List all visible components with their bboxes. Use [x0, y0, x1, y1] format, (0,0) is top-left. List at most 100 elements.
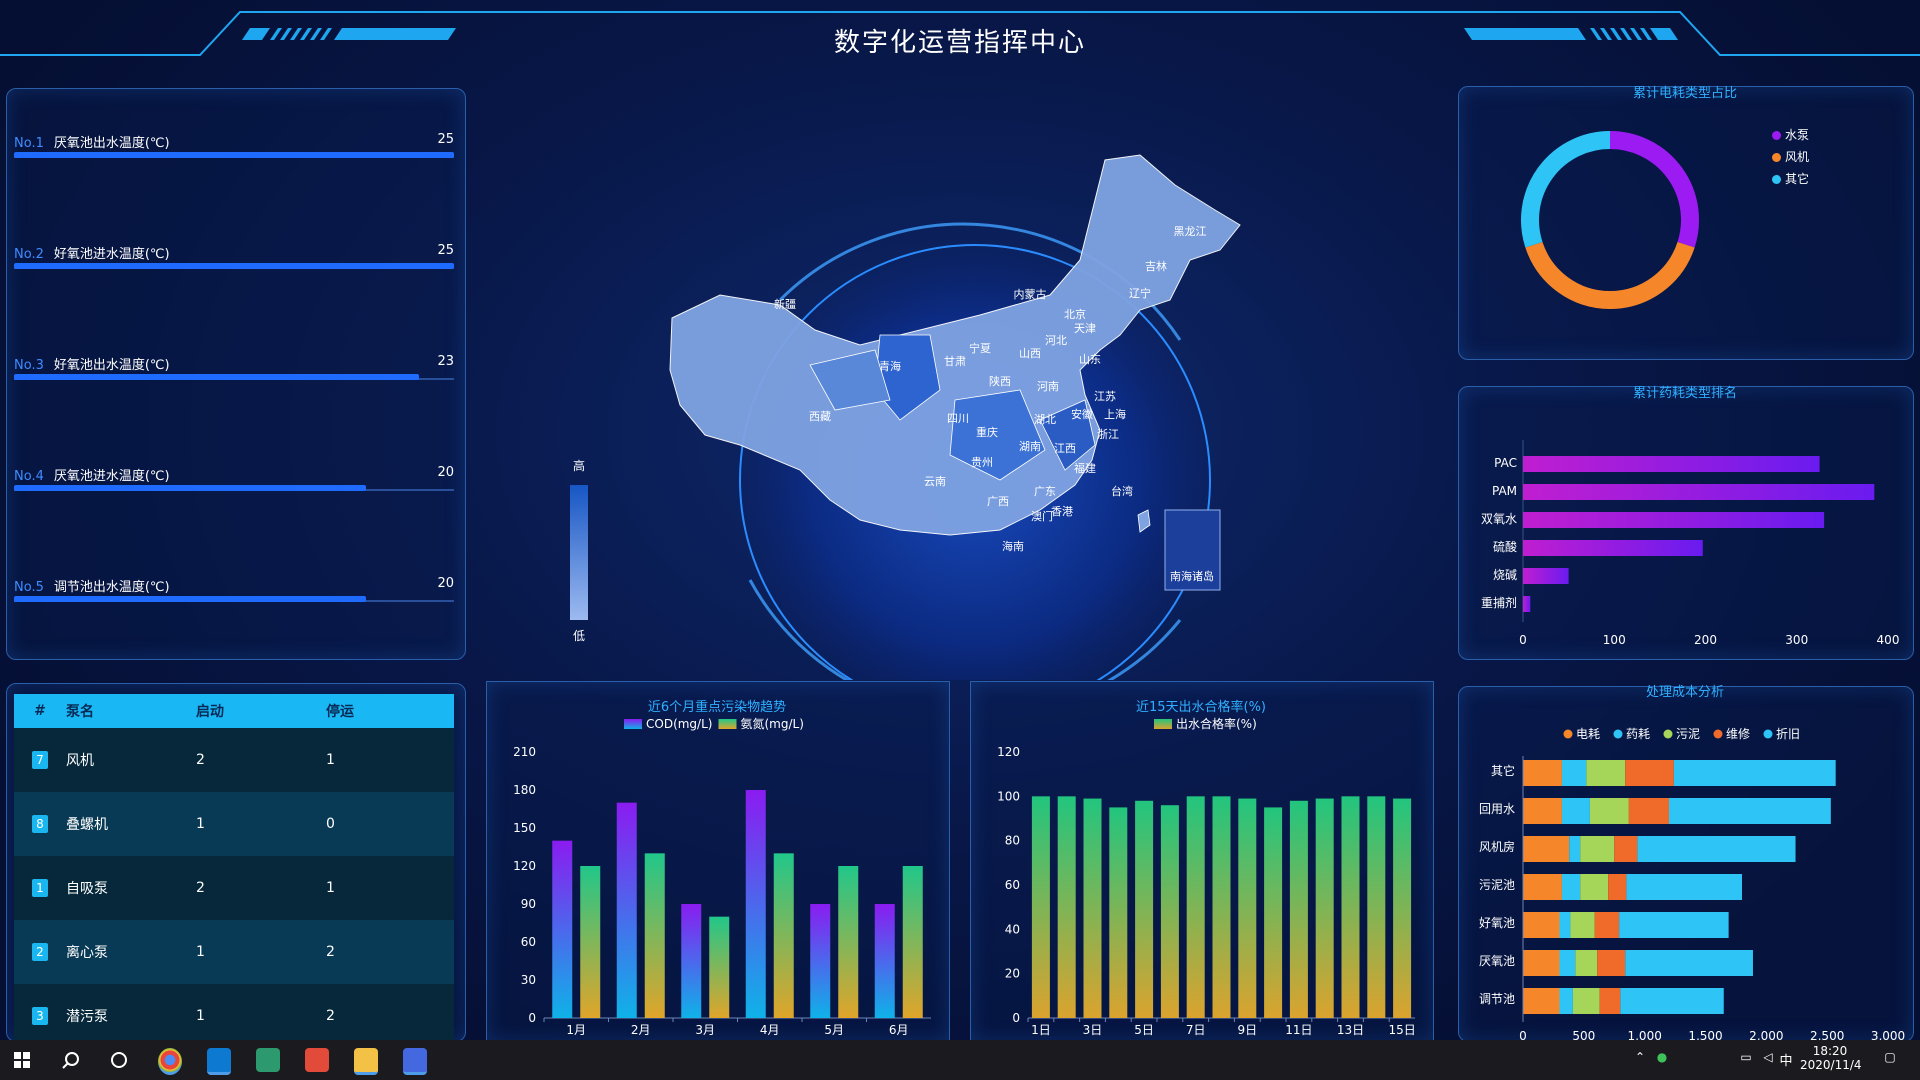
rank-bar — [14, 596, 366, 602]
cost-bar-segment — [1580, 836, 1615, 862]
rank-item: No.1 厌氧池出水温度(℃) 25 — [14, 132, 454, 158]
cost-bar-segment — [1561, 760, 1587, 786]
bar — [681, 904, 702, 1018]
y-tick-label: 120 — [513, 859, 536, 873]
clock-date: 2020/11/4 — [1800, 1058, 1862, 1072]
legend-swatch — [1154, 719, 1172, 729]
ime-indicator[interactable]: 中 — [1776, 1050, 1796, 1069]
x-tick-label: 3月 — [695, 1023, 715, 1037]
legend-label: 其它 — [1785, 172, 1810, 186]
cost-category-label: 其它 — [1491, 763, 1515, 778]
chem-tick-label: 400 — [1877, 633, 1900, 647]
bar — [838, 866, 859, 1018]
x-tick-label: 15日 — [1388, 1023, 1415, 1037]
y-tick-label: 150 — [513, 821, 536, 835]
pie-legend-item[interactable]: 其它 — [1772, 170, 1809, 187]
rank-bar — [14, 485, 366, 491]
y-tick-label: 40 — [1005, 922, 1020, 936]
pie-slice — [1525, 241, 1695, 309]
cost-bar-segment — [1614, 836, 1638, 862]
x-tick-label: 11日 — [1285, 1023, 1312, 1037]
cost-tick-label: 2,500 — [1810, 1029, 1844, 1040]
province-label: 河北 — [1045, 334, 1067, 347]
province-label: 湖北 — [1034, 413, 1056, 426]
x-tick-label: 1月 — [566, 1023, 586, 1037]
province-label: 香港 — [1051, 505, 1073, 518]
app-work-icon[interactable] — [403, 1048, 427, 1075]
cost-bar-segment — [1586, 760, 1626, 786]
network-icon[interactable]: ▭ — [1738, 1050, 1754, 1064]
legend-dot — [1613, 729, 1623, 739]
cost-bar-segment — [1599, 988, 1621, 1014]
y-tick-label: 80 — [1005, 834, 1020, 848]
pie-slice — [1609, 131, 1699, 248]
volume-icon[interactable]: ◁ — [1760, 1050, 1776, 1064]
rank-number: No.3 — [14, 358, 44, 373]
bar — [1186, 796, 1205, 1018]
y-tick-label: 210 — [513, 745, 536, 759]
legend-dot — [1772, 153, 1781, 162]
china-map: 南海诸岛 高 低 黑龙江吉林辽宁 内蒙古北京天津河北山西 山东 宁夏甘肃 新疆青海陕西 河… — [570, 154, 1241, 680]
cost-tick-label: 3,000 — [1871, 1029, 1905, 1040]
cost-bar-segment — [1589, 798, 1629, 824]
cost-tick-label: 500 — [1572, 1029, 1595, 1040]
x-tick-label: 1日 — [1031, 1023, 1051, 1037]
chem-category-label: PAC — [1494, 456, 1517, 470]
legend-swatch — [624, 719, 642, 729]
windows-start-icon[interactable] — [14, 1052, 30, 1068]
cost-bar-segment — [1669, 798, 1831, 824]
legend-dot — [1772, 131, 1781, 140]
stop-count: 1 — [326, 752, 335, 768]
cost-bar-segment — [1608, 874, 1627, 900]
x-tick-label: 3日 — [1083, 1023, 1103, 1037]
legend-label: 风机 — [1785, 150, 1810, 164]
province-label: 北京 — [1064, 307, 1086, 321]
chem-bar — [1523, 456, 1820, 472]
file-explorer-icon[interactable] — [354, 1048, 378, 1075]
cost-bar-segment — [1570, 912, 1595, 938]
chem-category-label: 烧碱 — [1493, 568, 1517, 582]
start-count: 2 — [196, 880, 205, 896]
notification-icon[interactable]: ▢ — [1880, 1050, 1900, 1064]
chem-rank-chart: PAC PAM 双氧水硫酸烧碱重捕剂 0 100 200 300 400 — [1481, 440, 1900, 647]
cost-category-label: 污泥池 — [1479, 878, 1515, 892]
pollutant-chart: 0 30 60 90 120 150 180 210 1月 2月 3月 4月 5月 6月 COD(mg/L)… — [513, 716, 931, 1037]
vscode-icon[interactable] — [207, 1048, 231, 1075]
search-icon[interactable] — [62, 1051, 80, 1069]
col-header-name: 泵名 — [66, 704, 94, 720]
pie-legend-item[interactable]: 水泵 — [1772, 126, 1809, 143]
chevron-up-icon[interactable]: ⌃ — [1632, 1050, 1648, 1064]
rank-label: 好氧池进水温度(℃) — [53, 247, 170, 262]
cost-bar-segment — [1575, 950, 1598, 976]
province-label: 河南 — [1037, 380, 1059, 393]
app-ps-icon[interactable] — [305, 1048, 329, 1072]
province-label: 江西 — [1054, 442, 1076, 455]
start-count: 1 — [196, 944, 205, 960]
legend-dot — [1563, 729, 1573, 739]
bar — [616, 802, 637, 1018]
south-sea-label: 南海诸岛 — [1170, 569, 1214, 583]
cost-bar-segment — [1619, 912, 1729, 938]
bar — [552, 840, 573, 1018]
rank-value: 25 — [437, 132, 454, 147]
stop-count: 1 — [326, 880, 335, 896]
pie-legend-item[interactable]: 风机 — [1772, 148, 1809, 165]
bar — [1135, 800, 1154, 1018]
legend-label: 污泥 — [1676, 727, 1700, 741]
chem-bar — [1523, 568, 1569, 584]
map-scale-low: 低 — [573, 629, 585, 643]
bar — [1031, 796, 1050, 1018]
cost-tick-label: 0 — [1519, 1029, 1527, 1040]
col-header-index: # — [34, 703, 46, 719]
chrome-icon[interactable] — [158, 1048, 182, 1075]
clock[interactable]: 18:20 2020/11/4 — [1800, 1044, 1862, 1072]
province-label: 宁夏 — [969, 341, 991, 355]
cost-bar-segment — [1620, 988, 1724, 1014]
wechat-icon[interactable]: ● — [1654, 1050, 1670, 1064]
passrate-chart: 0 20 40 60 80 100 120 1日 3日 5日 7日 9日 11日 13日 15日 出水合格率(… — [997, 716, 1416, 1037]
task-view-icon[interactable] — [110, 1051, 128, 1069]
x-tick-label: 5月 — [824, 1023, 844, 1037]
bar — [745, 790, 766, 1018]
app-3-icon[interactable] — [256, 1048, 280, 1072]
cost-bar-segment — [1625, 950, 1753, 976]
